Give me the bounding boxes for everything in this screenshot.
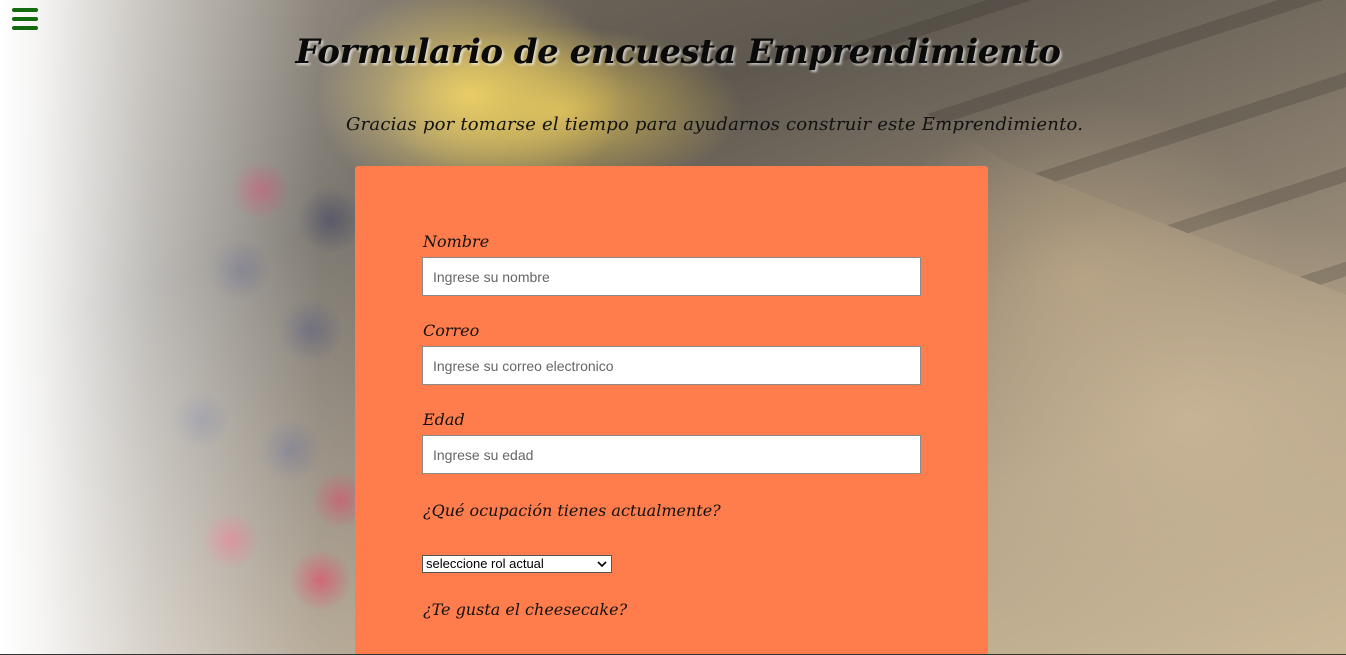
occupation-label: ¿Qué ocupación tienes actualmente? [423, 501, 721, 520]
name-label: Nombre [423, 232, 490, 251]
menu-bar [12, 17, 38, 21]
page-title: Formulario de encuesta Emprendimiento [295, 32, 1061, 72]
page-description: Gracias por tomarse el tiempo para ayuda… [346, 114, 1084, 135]
occupation-select[interactable]: seleccione rol actual [422, 555, 612, 573]
chevron-down-icon [597, 561, 607, 568]
email-label: Correo [423, 321, 480, 340]
email-input[interactable] [422, 346, 921, 385]
age-label: Edad [423, 410, 465, 429]
hamburger-menu-icon[interactable] [12, 8, 38, 32]
menu-bar [12, 8, 38, 12]
survey-form: Nombre Correo Edad ¿Qué ocupación tienes… [355, 166, 988, 655]
menu-bar [12, 26, 38, 30]
occupation-select-value: seleccione rol actual [426, 556, 544, 571]
age-input[interactable] [422, 435, 921, 474]
name-input[interactable] [422, 257, 921, 296]
survey-page: Formulario de encuesta Emprendimiento Gr… [0, 0, 1346, 655]
cheesecake-label: ¿Te gusta el cheesecake? [423, 600, 628, 619]
